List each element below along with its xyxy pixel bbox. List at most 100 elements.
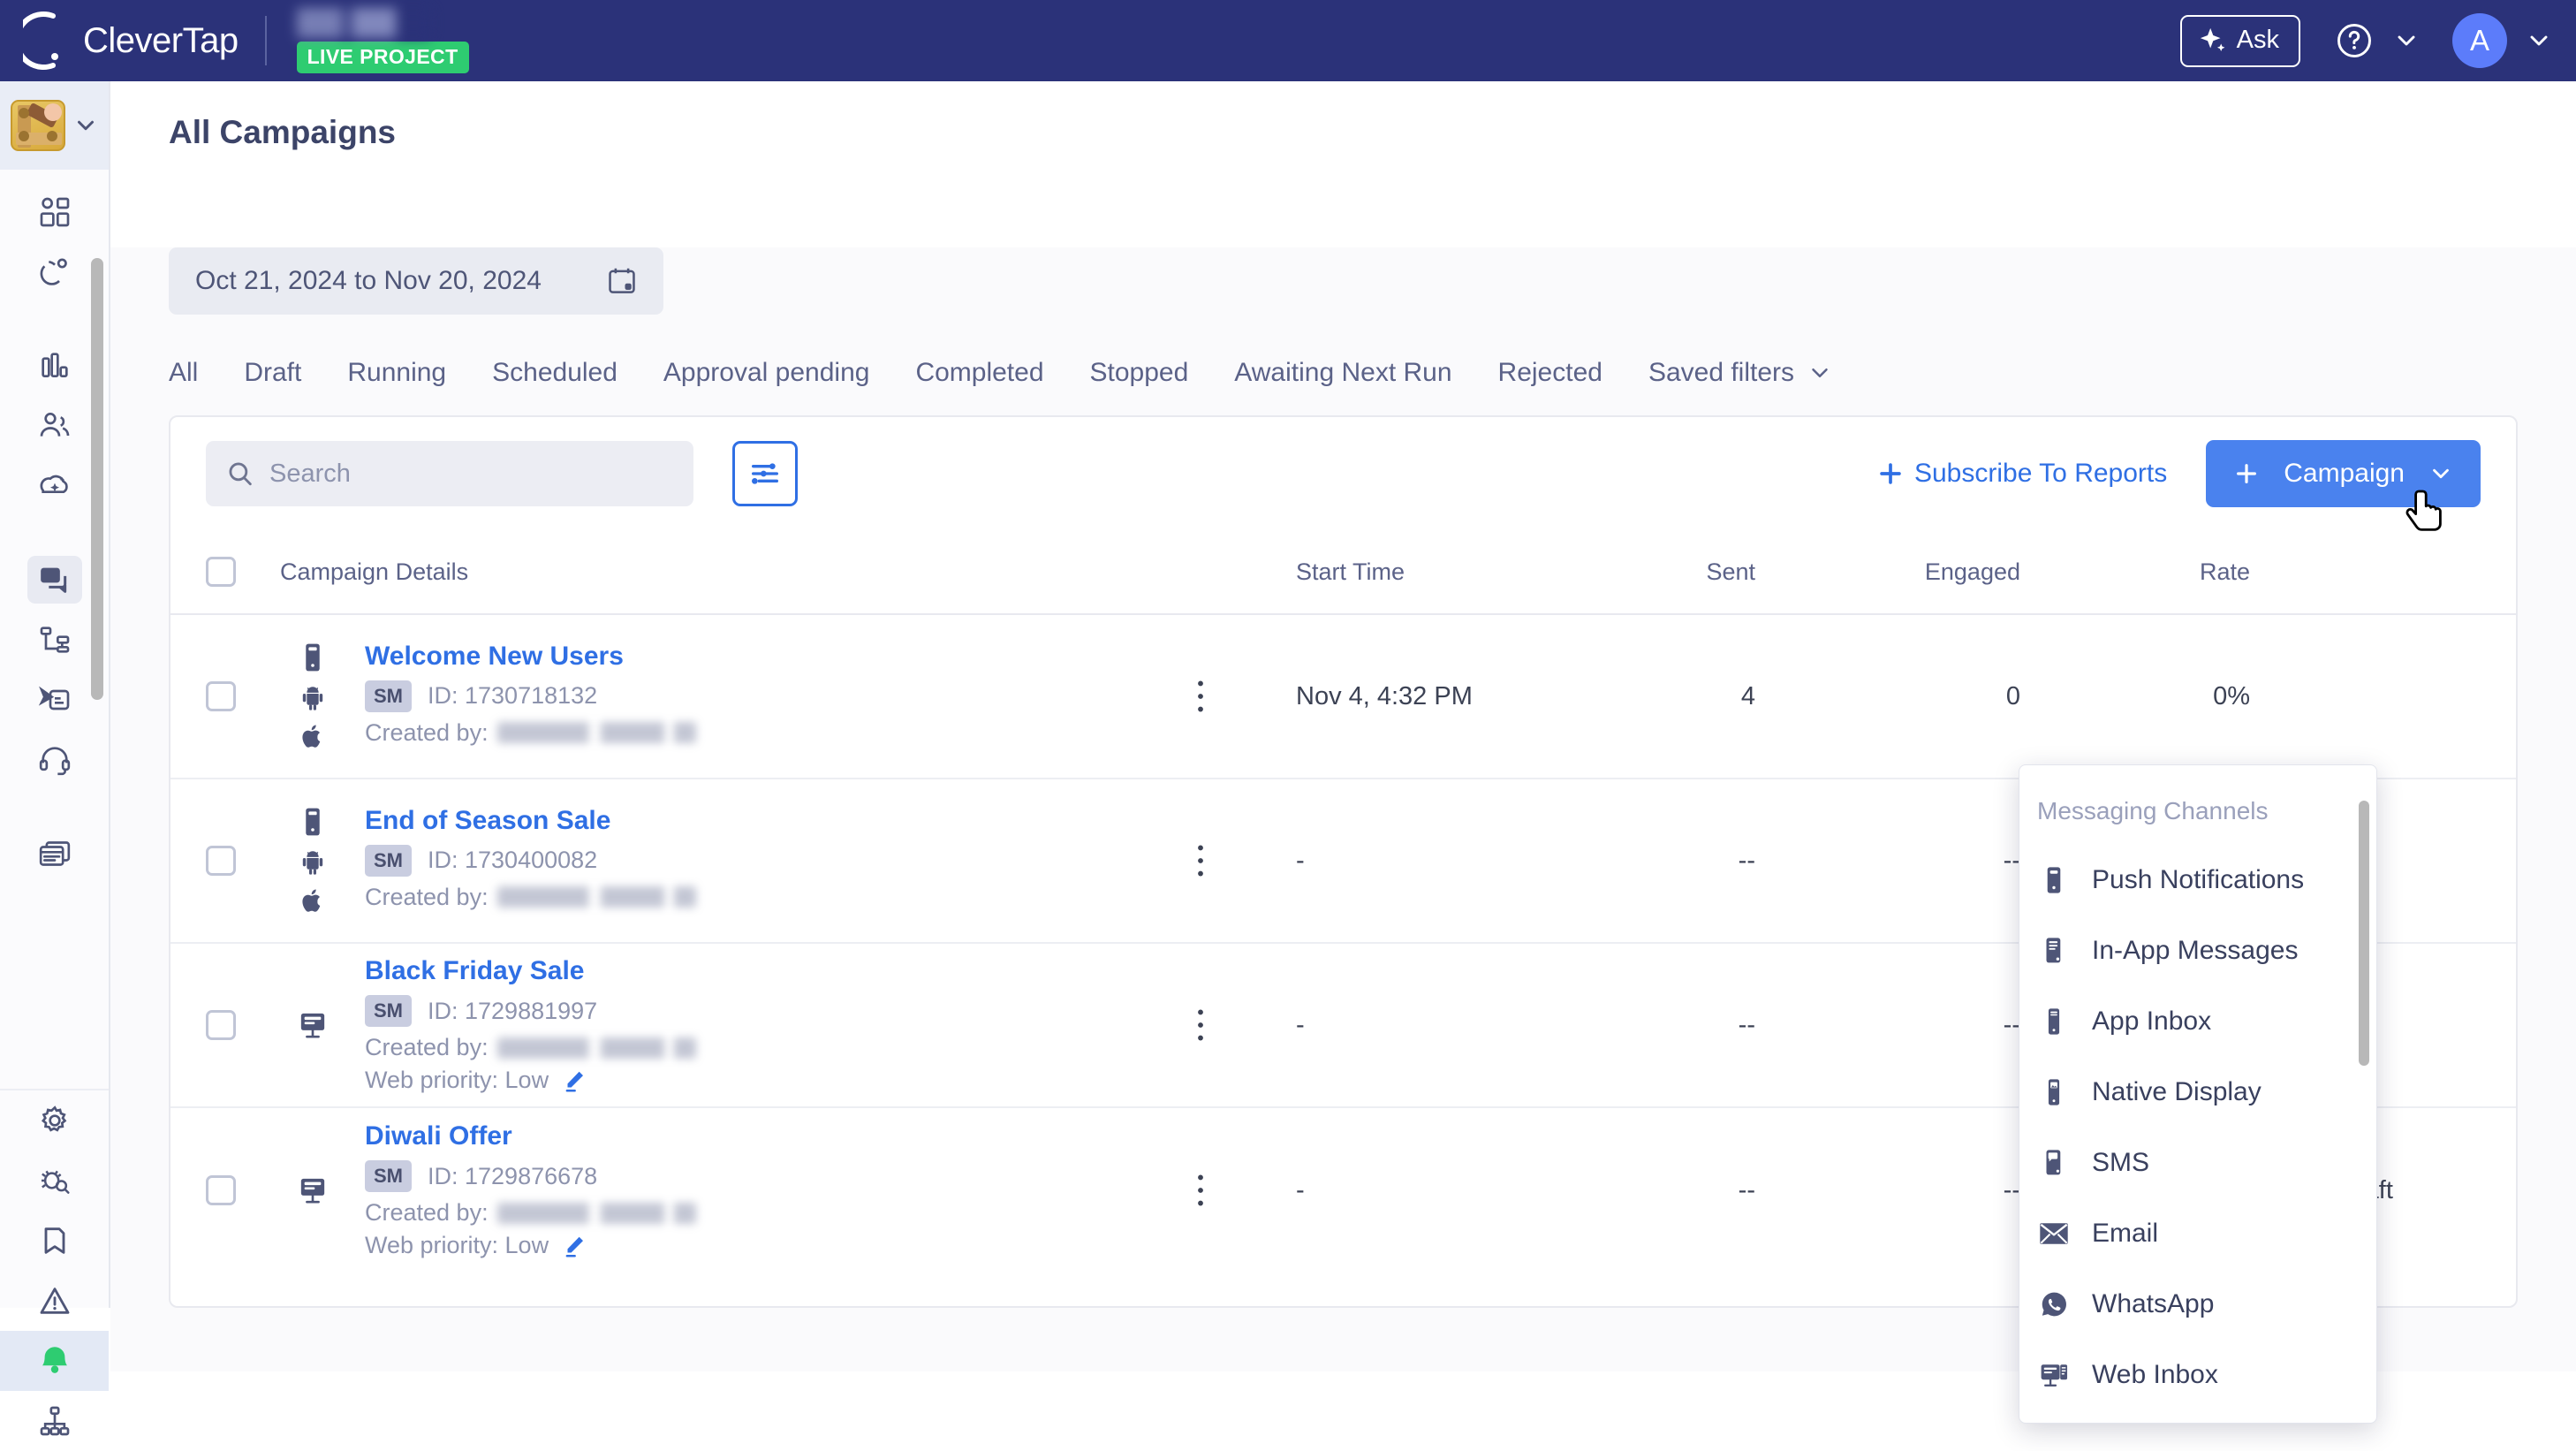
created-by-label: Created by:: [365, 883, 489, 910]
tab-draft[interactable]: Draft: [221, 358, 324, 388]
page-header: All Campaigns: [110, 81, 2576, 184]
date-range-picker[interactable]: Oct 21, 2024 to Nov 20, 2024: [169, 247, 663, 315]
kebab-menu-icon: [1198, 1174, 1203, 1206]
tab-approval-pending[interactable]: Approval pending: [640, 358, 893, 388]
select-all-checkbox[interactable]: [206, 557, 280, 587]
web-priority-label: Web priority: Low: [365, 1067, 549, 1093]
menu-item-label: WhatsApp: [2092, 1289, 2215, 1318]
dropdown-scrollbar[interactable]: [2359, 801, 2369, 1366]
tab-scheduled[interactable]: Scheduled: [469, 358, 640, 388]
date-range-value: Oct 21, 2024 to Nov 20, 2024: [195, 266, 542, 295]
push-icon: [306, 643, 320, 672]
app-switcher[interactable]: [0, 81, 109, 170]
campaign-name-link[interactable]: Welcome New Users: [365, 642, 696, 672]
menu-item-web-inbox[interactable]: Web Inbox: [2019, 1340, 2376, 1410]
create-campaign-button[interactable]: Campaign: [2206, 440, 2481, 507]
in-app-message-icon: [2039, 936, 2069, 966]
clevertap-mark-icon: [23, 11, 58, 70]
sidebar-item-alerts[interactable]: [0, 1271, 109, 1331]
tab-saved-filters[interactable]: Saved filters: [1625, 358, 1856, 388]
row-checkbox[interactable]: [206, 681, 280, 711]
live-project-badge: LIVE PROJECT: [296, 42, 469, 73]
table-row[interactable]: Welcome New Users SM ID: 1730718132 Crea…: [170, 615, 2516, 779]
apple-icon: [302, 889, 321, 912]
pencil-icon[interactable]: [561, 1233, 587, 1259]
sidebar-scrollbar-thumb[interactable]: [91, 258, 103, 700]
campaign-name-link[interactable]: Black Friday Sale: [365, 956, 696, 986]
sidebar-item-hierarchy[interactable]: [0, 1391, 109, 1451]
search-input[interactable]: Search: [206, 441, 693, 506]
menu-item-sms[interactable]: SMS: [2019, 1128, 2376, 1198]
ask-button[interactable]: Ask: [2179, 14, 2300, 67]
row-checkbox[interactable]: [206, 846, 280, 876]
cell-start-time: -: [1296, 1175, 1305, 1204]
bell-icon: [27, 1337, 82, 1385]
headset-icon: [27, 736, 82, 784]
email-icon: [2039, 1221, 2069, 1246]
brand-wordmark: CleverTap: [83, 20, 239, 60]
sidebar-item-dashboards[interactable]: [0, 182, 109, 242]
menu-item-app-inbox[interactable]: App Inbox: [2019, 986, 2376, 1057]
gear-icon: [27, 1097, 82, 1144]
cell-sent: --: [1738, 1010, 1755, 1039]
header-actions: Ask A: [2179, 13, 2576, 68]
menu-item-whatsapp[interactable]: WhatsApp: [2019, 1269, 2376, 1340]
tab-rejected[interactable]: Rejected: [1475, 358, 1625, 388]
tab-awaiting-next-run[interactable]: Awaiting Next Run: [1211, 358, 1474, 388]
campaign-name-link[interactable]: Diwali Offer: [365, 1121, 696, 1151]
menu-item-email[interactable]: Email: [2019, 1198, 2376, 1269]
created-by-label: Created by:: [365, 1034, 489, 1060]
sidebar-item-bookmarks[interactable]: [0, 1211, 109, 1271]
magnet-icon: [27, 248, 82, 296]
row-actions-menu[interactable]: [1163, 843, 1296, 878]
column-rate: Rate: [2199, 558, 2250, 585]
subscribe-to-reports-button[interactable]: Subscribe To Reports: [1875, 459, 2167, 489]
campaign-type-badge: SM: [365, 844, 412, 877]
row-campaign-text: Welcome New Users SM ID: 1730718132 Crea…: [365, 642, 696, 752]
tab-all[interactable]: All: [169, 358, 221, 388]
menu-item-label: Native Display: [2092, 1077, 2262, 1106]
column-campaign-details: Campaign Details: [280, 558, 469, 585]
menu-item-native-display[interactable]: Native Display: [2019, 1057, 2376, 1128]
pencil-icon[interactable]: [561, 1067, 587, 1094]
org-chart-icon: [27, 1397, 82, 1445]
row-checkbox[interactable]: [206, 1010, 280, 1040]
row-platform-icons: [280, 1174, 345, 1206]
sidebar-item-debug[interactable]: [0, 1151, 109, 1211]
campaign-type-badge: SM: [365, 995, 412, 1027]
brand-area: CleverTap LIVE PROJECT: [0, 8, 469, 73]
row-actions-menu[interactable]: [1163, 1007, 1296, 1043]
dropdown-scrollbar-thumb[interactable]: [2359, 801, 2369, 1066]
menu-item-in-app-messages[interactable]: In-App Messages: [2019, 915, 2376, 986]
menu-item-push-notifications[interactable]: Push Notifications: [2019, 845, 2376, 915]
messaging-channels-dropdown: Messaging Channels Push Notifications In…: [2019, 764, 2377, 1424]
project-selector[interactable]: LIVE PROJECT: [296, 8, 469, 73]
row-checkbox[interactable]: [206, 1175, 280, 1205]
help-circle-icon[interactable]: [2336, 22, 2373, 59]
row-actions-menu[interactable]: [1163, 1173, 1296, 1208]
sidebar-item-notifications[interactable]: [0, 1331, 109, 1391]
row-platform-icons: [280, 806, 345, 915]
filter-button[interactable]: [732, 441, 798, 506]
send-template-icon: [27, 676, 82, 724]
campaign-chevron-down-icon[interactable]: [2428, 460, 2454, 487]
table-header: Campaign Details Start Time Sent Engaged…: [170, 530, 2516, 615]
app-thumbnail-icon: [10, 100, 65, 151]
tab-running[interactable]: Running: [324, 358, 469, 388]
sidebar-nav-secondary: [0, 1089, 109, 1451]
cell-start-time: -: [1296, 1010, 1305, 1039]
row-actions-menu[interactable]: [1163, 679, 1296, 714]
dropdown-title: Messaging Channels: [2037, 797, 2269, 824]
sidebar-scrollbar[interactable]: [91, 258, 103, 1142]
row-campaign-details: End of Season Sale SM ID: 1730400082 Cre…: [280, 806, 1163, 916]
menu-item-label: Email: [2092, 1219, 2159, 1248]
help-chevron-down-icon[interactable]: [2392, 27, 2421, 55]
campaign-name-link[interactable]: End of Season Sale: [365, 806, 696, 836]
tab-stopped[interactable]: Stopped: [1067, 358, 1212, 388]
android-icon: [302, 851, 323, 875]
account-chevron-down-icon[interactable]: [2525, 27, 2553, 55]
clevertap-logo[interactable]: CleverTap: [23, 11, 239, 71]
page-body: Oct 21, 2024 to Nov 20, 2024 All Draft R…: [110, 247, 2576, 1424]
tab-completed[interactable]: Completed: [892, 358, 1066, 388]
avatar[interactable]: A: [2452, 13, 2507, 68]
